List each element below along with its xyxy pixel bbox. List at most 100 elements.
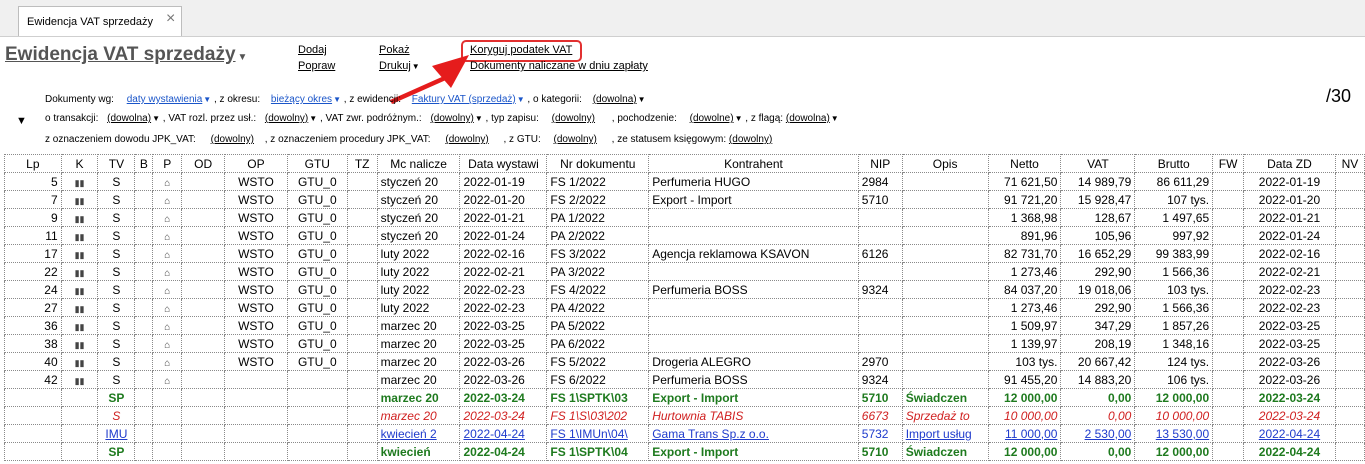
cell-brutto: 106 tys. [1134, 370, 1214, 389]
cell-opis [901, 262, 989, 281]
cell-empty [134, 208, 154, 227]
cell-lp [4, 442, 62, 461]
tab-ewidencja[interactable]: Ewidencja VAT sprzedaży × [18, 6, 182, 36]
column-header[interactable]: Netto [987, 154, 1062, 173]
cell-empty [346, 262, 378, 281]
filter-origin[interactable]: (dowolne) [690, 113, 734, 124]
cell-gtu: GTU_0 [286, 316, 348, 335]
filter-record-type[interactable]: (dowolny) [552, 113, 595, 124]
cell-vat: 15 928,47 [1060, 190, 1136, 209]
table-row[interactable]: 40 ▮▮ S ⌂ WSTO GTU_0 marzec 20 2022-03-26 FS 5/2… [4, 352, 1365, 371]
table-row[interactable]: 24 ▮▮ S ⌂ WSTO GTU_0 luty 2022 2022-02-23 FS 4/2… [4, 280, 1365, 299]
column-header[interactable]: NV [1334, 154, 1365, 173]
tab-bar: Ewidencja VAT sprzedaży × [0, 0, 1365, 37]
cell-empty [1212, 406, 1245, 425]
column-header[interactable]: Nr dokumentu [546, 154, 650, 173]
column-header[interactable]: TZ [346, 154, 378, 173]
filter-flag[interactable]: (dowolna) [786, 113, 830, 124]
column-header[interactable]: Mc nalicze [376, 154, 461, 173]
cell-empty [1334, 244, 1365, 263]
table-row[interactable]: 36 ▮▮ S ⌂ WSTO GTU_0 marzec 20 2022-03-25 PA 5/2… [4, 316, 1365, 335]
column-header[interactable]: Opis [901, 154, 989, 173]
filter-vat-settled[interactable]: (dowolny) [265, 113, 308, 124]
show-button[interactable]: Pokaż [379, 44, 410, 56]
table-row[interactable]: 38 ▮▮ S ⌂ WSTO GTU_0 marzec 20 2022-03-25 PA 6/2… [4, 334, 1365, 353]
column-header[interactable]: Lp [4, 154, 62, 173]
book-icon: ▮▮ [60, 334, 99, 353]
cell-lp: 11 [4, 226, 62, 245]
table-row[interactable]: 5 ▮▮ S ⌂ WSTO GTU_0 styczeń 20 2022-01-19 FS 1/2… [4, 172, 1365, 191]
column-header[interactable]: Brutto [1134, 154, 1214, 173]
cell-empty [134, 262, 154, 281]
column-header[interactable]: B [134, 154, 154, 173]
cell-empty [1212, 424, 1245, 443]
cell-data: 2022-02-21 [459, 262, 548, 281]
table-row[interactable]: Smarzec 20 2022-03-24 FS 1\S\03\202 Hurtown… [4, 406, 1365, 425]
table-row[interactable]: 9 ▮▮ S ⌂ WSTO GTU_0 styczeń 20 2022-01-21 PA 1/2… [4, 208, 1365, 227]
cell-kontr [648, 316, 859, 335]
table-row[interactable]: 42 ▮▮ S ⌂ marzec 20 2022-03-26 FS 6/2022 Perfum… [4, 370, 1365, 389]
filter-jpk-procedure[interactable]: (dowolny) [445, 134, 488, 145]
table-row[interactable]: IMU kwiecień 2 2022-04-24 FS 1\IMUn\04\ Gama… [4, 424, 1365, 443]
print-button[interactable]: Drukuj▼ [379, 60, 420, 72]
cell-vat: 2 530,00 [1060, 424, 1136, 443]
column-header[interactable]: K [60, 154, 99, 173]
payment-date-documents-button[interactable]: Dokumenty naliczane w dniu zapłaty [470, 60, 648, 72]
column-header[interactable]: Data wystawi [459, 154, 548, 173]
cell-opis [901, 316, 989, 335]
document-icon: ⌂ [152, 298, 183, 317]
filter-gtu[interactable]: (dowolny) [554, 134, 597, 145]
cell-vat: 19 018,06 [1060, 280, 1136, 299]
cell-empty [181, 226, 226, 245]
table-row[interactable]: 11 ▮▮ S ⌂ WSTO GTU_0 styczeń 20 2022-01-24 PA 2/… [4, 226, 1365, 245]
expand-filters-icon[interactable]: ▼ [16, 115, 27, 127]
column-header[interactable]: VAT [1060, 154, 1136, 173]
document-icon: ⌂ [152, 316, 183, 335]
column-header[interactable]: Data ZD [1243, 154, 1336, 173]
filter-doc-by[interactable]: daty wystawienia [127, 94, 203, 105]
table-row[interactable]: 22 ▮▮ S ⌂ WSTO GTU_0 luty 2022 2022-02-21 PA 3/2… [4, 262, 1365, 281]
filter-register[interactable]: Faktury VAT (sprzedaż) [412, 94, 516, 105]
table-row[interactable]: 17 ▮▮ S ⌂ WSTO GTU_0 luty 2022 2022-02-16 FS 3/2… [4, 244, 1365, 263]
cell-mc: marzec 20 [376, 334, 461, 353]
column-header[interactable]: P [152, 154, 183, 173]
cell-empty [134, 334, 154, 353]
table-row[interactable]: 27 ▮▮ S ⌂ WSTO GTU_0 luty 2022 2022-02-23 PA 4/2… [4, 298, 1365, 317]
cell-empty [134, 316, 154, 335]
filter-category[interactable]: (dowolna) [593, 94, 637, 105]
column-header[interactable]: FW [1212, 154, 1245, 173]
cell-opis: Import usług [901, 424, 989, 443]
cell-netto: 1 509,97 [987, 316, 1062, 335]
cell-nr: PA 1/2022 [546, 208, 650, 227]
document-icon: ⌂ [152, 334, 183, 353]
cell-vat: 105,96 [1060, 226, 1136, 245]
filter-period[interactable]: bieżący okres [271, 94, 332, 105]
cell-nip: 5710 [857, 190, 903, 209]
cell-empty [134, 352, 154, 371]
table-row[interactable]: 7 ▮▮ S ⌂ WSTO GTU_0 styczeń 20 2022-01-20 FS 2/2… [4, 190, 1365, 209]
edit-button[interactable]: Popraw [298, 60, 335, 72]
cell-vat: 292,90 [1060, 298, 1136, 317]
column-header[interactable]: TV [97, 154, 136, 173]
filter-status[interactable]: (dowolny) [729, 134, 772, 145]
cell-mc: marzec 20 [376, 370, 461, 389]
page-title[interactable]: Ewidencja VAT sprzedaży ▼ [5, 44, 247, 66]
cell-zd: 2022-03-25 [1243, 316, 1336, 335]
filter-transaction[interactable]: (dowolna) [107, 113, 151, 124]
cell-netto: 1 139,97 [987, 334, 1062, 353]
column-header[interactable]: NIP [857, 154, 903, 173]
column-header[interactable]: Kontrahent [648, 154, 859, 173]
close-icon[interactable]: × [166, 10, 175, 28]
column-header[interactable]: OP [224, 154, 288, 173]
cell-empty [134, 442, 154, 461]
filter-jpk-doc[interactable]: (dowolny) [211, 134, 254, 145]
cell-lp: 22 [4, 262, 62, 281]
cell-data: 2022-03-24 [459, 388, 548, 407]
table-row[interactable]: SP marzec 20 2022-03-24 FS 1\SPTK\03 Export … [4, 388, 1365, 407]
column-header[interactable]: GTU [286, 154, 348, 173]
table-row[interactable]: SP kwiecień 2022-04-24 FS 1\SPTK\04 Export -… [4, 442, 1365, 461]
add-button[interactable]: Dodaj [298, 44, 327, 56]
cell-mc: luty 2022 [376, 262, 461, 281]
column-header[interactable]: OD [181, 154, 226, 173]
filter-vat-refund[interactable]: (dowolny) [430, 113, 473, 124]
